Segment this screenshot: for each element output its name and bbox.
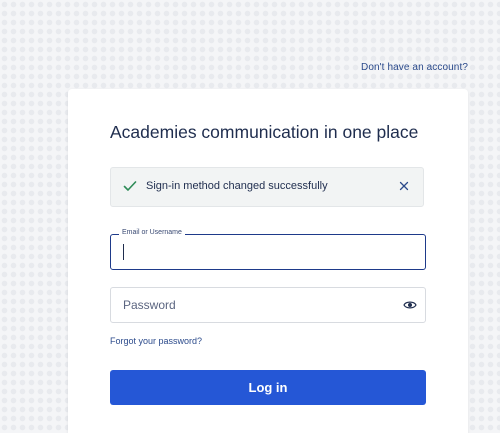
eye-icon[interactable] xyxy=(403,299,417,311)
login-card: Academies communication in one place Sig… xyxy=(68,89,468,433)
page-title: Academies communication in one place xyxy=(110,122,419,142)
close-icon[interactable] xyxy=(398,180,410,192)
signup-link[interactable]: Don't have an account? xyxy=(361,62,468,73)
success-alert: Sign-in method changed successfully xyxy=(110,167,424,207)
username-input[interactable] xyxy=(111,235,425,269)
forgot-password-link[interactable]: Forgot your password? xyxy=(110,336,202,346)
password-field[interactable] xyxy=(110,287,426,323)
password-input[interactable] xyxy=(111,288,425,322)
alert-message: Sign-in method changed successfully xyxy=(146,180,328,192)
login-button[interactable]: Log in xyxy=(110,370,426,405)
check-icon xyxy=(123,181,137,191)
username-field[interactable]: Email or Username xyxy=(110,229,426,270)
